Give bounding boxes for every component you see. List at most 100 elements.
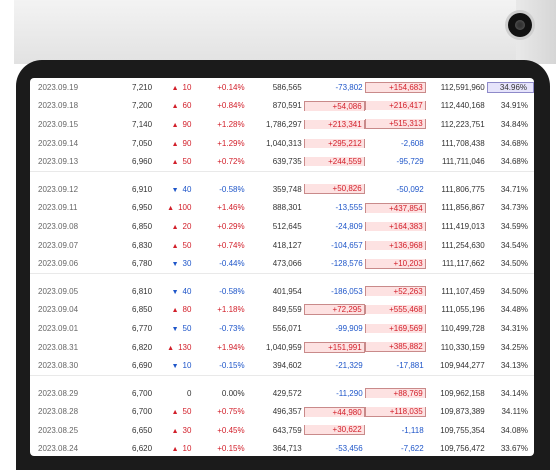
group-gap [30, 274, 534, 282]
table-row[interactable]: 2023.09.12 6,910 ▼ 40 -0.58% 359,748 +50,826 -5… [30, 180, 534, 199]
change-cell: ▲ 30 [154, 426, 193, 435]
up-arrow-icon: ▲ [171, 242, 179, 250]
table-row[interactable]: 2023.09.05 6,810 ▼ 40 -0.58% 401,954 -186,053 +… [30, 282, 534, 301]
change-cell: ▲ 20 [154, 222, 193, 231]
change-cell: ▼ 40 [154, 287, 193, 296]
price-cell: 6,620 [132, 444, 153, 454]
net-buy-1-cell: +244,559 [303, 157, 365, 167]
holdings-cell: 109,756,472 [440, 444, 485, 454]
row-group: 2023.09.05 6,810 ▼ 40 -0.58% 401,954 -186,053 +… [30, 274, 534, 376]
table-row[interactable]: 2023.09.08 6,850 ▲ 20 +0.29% 512,645 -24,809 +1… [30, 217, 534, 236]
percent-cell: -0.44% [219, 259, 245, 269]
holdings-cell: 112,591,960 [440, 82, 485, 92]
net-buy-1-cell: +151,991 [303, 341, 365, 353]
table-row[interactable]: 2023.09.04 6,850 ▲ 80 +1.18% 849,559 +72,295 +5… [30, 301, 534, 320]
table-row[interactable]: 2023.09.13 6,960 ▲ 50 +0.72% 639,735 +244,559-… [30, 152, 534, 171]
down-arrow-icon: ▼ [171, 186, 179, 194]
down-arrow-icon: ▼ [171, 261, 179, 269]
ratio-cell: 34.91% [500, 101, 529, 111]
table-row[interactable]: 2023.09.19 7,210 ▲ 10 +0.14% 586,565 -73,802 +1… [30, 78, 534, 97]
table-row[interactable]: 2023.08.30 6,690 ▼ 10 -0.15% 394,602 -21,329 -1… [30, 356, 534, 375]
table-row[interactable]: 2023.09.07 6,830 ▲ 50 +0.74% 418,127 -104,657 +… [30, 236, 534, 255]
price-cell: 7,210 [132, 82, 153, 92]
net-buy-1-cell: -21,329 [335, 361, 363, 371]
ratio-cell: 34.25% [500, 342, 529, 352]
date-cell: 2023.09.19 [38, 82, 79, 92]
up-arrow-icon: ▲ [171, 140, 179, 148]
net-buy-2-cell: +515,313 [364, 119, 426, 130]
table-row[interactable]: 2023.09.01 6,770 ▼ 50 -0.73% 556,071 -99,909 +1… [30, 319, 534, 338]
percent-cell: -0.73% [219, 323, 245, 333]
holdings-cell: 109,962,158 [440, 388, 485, 398]
net-buy-2-cell: +169,569 [364, 323, 426, 333]
net-buy-2-cell: -50,092 [396, 184, 424, 194]
net-buy-1-cell: +54,086 [303, 100, 365, 111]
up-arrow-icon: ▲ [171, 121, 179, 129]
up-arrow-icon: ▲ [167, 344, 175, 352]
down-arrow-icon: ▼ [171, 288, 179, 296]
net-buy-1-cell: -13,555 [335, 203, 363, 213]
net-buy-1-cell: +30,622 [303, 425, 365, 436]
volume-cell: 1,786,297 [266, 119, 302, 129]
ratio-cell: 34.48% [500, 305, 529, 315]
table-row[interactable]: 2023.08.28 6,700 ▲ 50 +0.75% 496,357 +44,980 +1… [30, 403, 534, 422]
table-row[interactable]: 2023.09.06 6,780 ▼ 30 -0.44% 473,066 -128,576 +… [30, 254, 534, 273]
price-cell: 6,810 [132, 286, 153, 296]
table-row[interactable]: 2023.08.24 6,620 ▲ 10 +0.15% 364,713 -53,456 -7… [30, 440, 534, 456]
table-row[interactable]: 2023.09.18 7,200 ▲ 60 +0.84% 870,591 +54,086 +2… [30, 97, 534, 116]
holdings-cell: 109,873,389 [440, 407, 485, 417]
net-buy-1-cell: -186,053 [331, 286, 363, 296]
holdings-cell: 112,223,751 [440, 119, 485, 129]
change-value: 80 [182, 305, 192, 315]
up-arrow-icon: ▲ [171, 159, 179, 167]
table-row[interactable]: 2023.08.29 6,700 0 0.00% 429,572 -11,290 +88,7… [30, 384, 534, 403]
net-buy-1-cell: -53,456 [335, 444, 363, 454]
change-value: 10 [182, 82, 192, 92]
table-row[interactable]: 2023.09.15 7,140 ▲ 90 +1.28% 1,786,297 +213,34… [30, 115, 534, 134]
change-value: 90 [182, 138, 192, 148]
up-arrow-icon: ▲ [171, 427, 179, 435]
up-arrow-icon: ▲ [171, 84, 179, 92]
change-cell: ▲ 90 [154, 120, 193, 129]
up-arrow-icon: ▲ [171, 223, 179, 231]
net-buy-2-cell: +118,035 [364, 406, 426, 417]
ratio-cell: 33.67% [500, 444, 528, 454]
percent-cell: +0.74% [217, 240, 245, 250]
price-cell: 6,650 [132, 425, 153, 435]
net-buy-1-cell: -128,576 [331, 259, 363, 269]
date-cell: 2023.09.18 [38, 101, 79, 111]
ratio-cell: 34.08% [500, 425, 528, 435]
price-cell: 6,830 [132, 240, 153, 250]
change-cell: ▲ 90 [154, 139, 193, 148]
change-cell: 0 [154, 389, 193, 398]
holdings-cell: 112,440,168 [440, 101, 485, 111]
down-arrow-icon: ▼ [171, 363, 179, 371]
price-cell: 6,910 [132, 184, 153, 194]
percent-cell: +1.29% [217, 138, 245, 148]
up-arrow-icon: ▲ [171, 409, 179, 417]
table-row[interactable]: 2023.08.31 6,820 ▲ 130 +1.94% 1,040,959 +151,9… [30, 338, 534, 357]
price-cell: 7,050 [132, 138, 153, 148]
change-value: 90 [182, 119, 192, 129]
volume-cell: 496,357 [272, 407, 302, 417]
date-cell: 2023.09.14 [38, 138, 79, 148]
net-buy-2-cell: +10,203 [364, 258, 426, 269]
volume-cell: 473,066 [272, 259, 302, 269]
date-cell: 2023.09.13 [38, 157, 79, 167]
holdings-cell: 111,055,196 [441, 305, 485, 315]
holdings-cell: 111,708,438 [441, 138, 485, 148]
date-cell: 2023.08.29 [38, 388, 79, 398]
table-row[interactable]: 2023.09.11 6,950 ▲ 100 +1.46% 888,301 -13,555 +… [30, 199, 534, 218]
price-cell: 6,850 [132, 305, 153, 315]
ratio-cell: 34.13% [500, 361, 528, 371]
net-buy-1-cell: -73,802 [335, 82, 363, 92]
table-row[interactable]: 2023.08.25 6,650 ▲ 30 +0.45% 643,759 +30,622 -1… [30, 421, 534, 440]
holdings-cell: 109,755,354 [440, 425, 485, 435]
percent-cell: +1.28% [217, 119, 245, 129]
holdings-cell: 111,117,662 [441, 259, 485, 269]
table-row[interactable]: 2023.09.14 7,050 ▲ 90 +1.29% 1,040,313 +295,21… [30, 134, 534, 153]
holdings-cell: 111,254,630 [441, 240, 485, 250]
volume-cell: 359,748 [272, 184, 302, 194]
date-cell: 2023.09.05 [38, 286, 79, 296]
holdings-cell: 111,856,867 [441, 203, 485, 213]
